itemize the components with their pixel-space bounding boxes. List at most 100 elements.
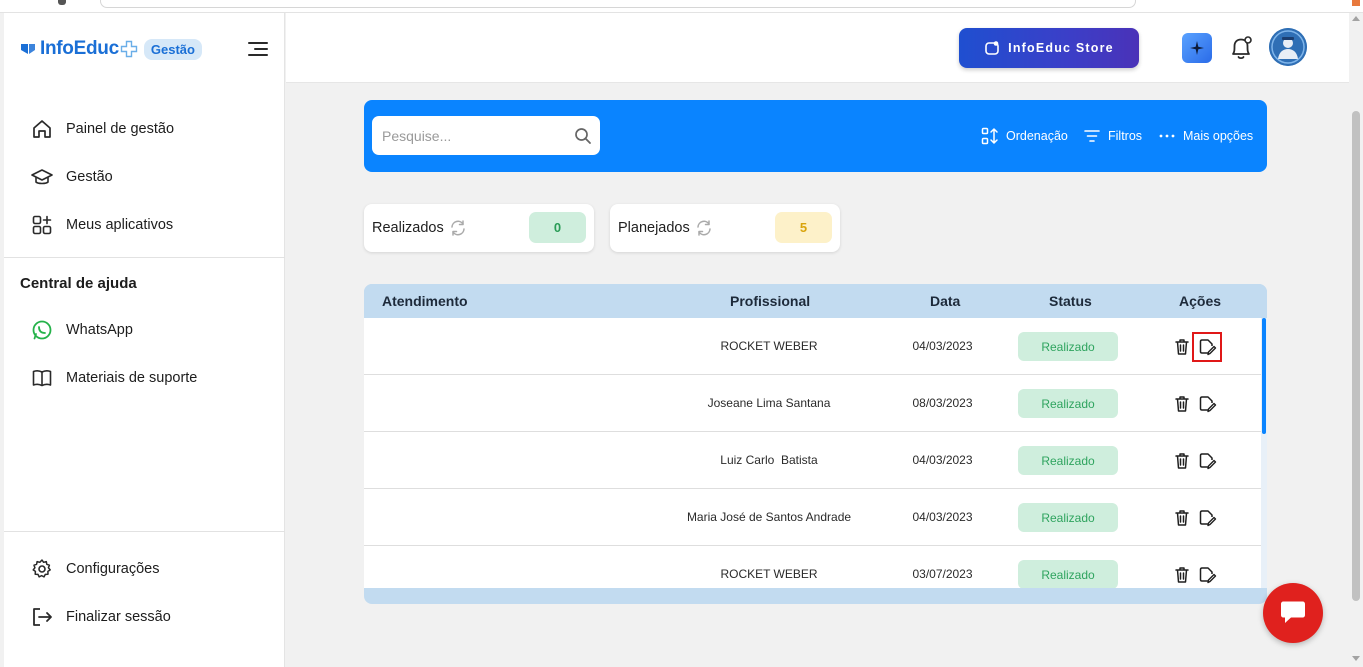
cell-profissional: Joseane Lima Santana: [707, 396, 831, 410]
cell-data: 04/03/2023: [912, 339, 973, 353]
store-bag-icon: [985, 41, 999, 55]
search-input[interactable]: [382, 127, 572, 144]
more-dots-icon: [1159, 134, 1175, 138]
chat-button[interactable]: [1263, 583, 1323, 643]
search-box: [372, 116, 600, 155]
search-toolbar: Ordenação Filtros Mais opções: [364, 100, 1267, 172]
column-header-acoes: Ações: [1179, 293, 1222, 309]
help-section-title: Central de ajuda: [20, 275, 137, 292]
user-avatar[interactable]: [1269, 28, 1307, 66]
status-badge: Realizado: [1018, 560, 1118, 588]
notification-bell-icon[interactable]: [1227, 33, 1255, 63]
browser-url-bar[interactable]: [100, 0, 1136, 8]
more-options-label: Mais opções: [1183, 129, 1254, 143]
refresh-icon[interactable]: [695, 219, 713, 237]
filter-button[interactable]: Filtros: [1083, 126, 1142, 146]
cell-profissional: Maria José de Santos Andrade: [686, 510, 852, 524]
browser-extension-icon[interactable]: [1352, 0, 1360, 6]
sparkle-icon: [1190, 41, 1204, 55]
trash-icon[interactable]: [1172, 451, 1192, 471]
counter-planejados[interactable]: Planejados 5: [610, 204, 840, 252]
page-scrollbar[interactable]: [1349, 13, 1363, 667]
counter-label: Realizados: [372, 220, 444, 236]
sidebar-item-materiais[interactable]: Materiais de suporte: [30, 365, 197, 391]
browser-chrome: [0, 0, 1363, 13]
sort-button[interactable]: Ordenação: [981, 126, 1068, 146]
cell-profissional: ROCKET WEBER: [720, 339, 818, 353]
logout-icon: [30, 605, 54, 629]
table-row[interactable]: ROCKET WEBER 03/07/2023 Realizado: [364, 546, 1261, 588]
scroll-down-icon[interactable]: [1352, 656, 1360, 661]
table-row[interactable]: Joseane Lima Santana 08/03/2023 Realizad…: [364, 375, 1261, 432]
appointments-table: Atendimento Profissional Data Status Açõ…: [364, 284, 1267, 604]
status-badge: Realizado: [1018, 503, 1118, 532]
sidebar-divider: [4, 531, 285, 532]
column-header-atendimento[interactable]: Atendimento: [382, 293, 468, 309]
top-header: InfoEduc Store: [286, 13, 1349, 83]
chat-bubble-icon: [1281, 601, 1305, 623]
sidebar-item-label: Gestão: [66, 169, 113, 185]
table-scrollbar[interactable]: [1261, 318, 1267, 588]
more-options-button[interactable]: Mais opções: [1158, 126, 1253, 146]
trash-icon[interactable]: [1172, 508, 1192, 528]
ai-assistant-button[interactable]: [1182, 33, 1212, 63]
trash-icon[interactable]: [1172, 394, 1192, 414]
brand-plus-icon: [120, 40, 138, 58]
gear-icon: [30, 557, 54, 581]
sidebar-item-label: WhatsApp: [66, 322, 133, 338]
counter-realizados[interactable]: Realizados 0: [364, 204, 594, 252]
sidebar-item-aplicativos[interactable]: Meus aplicativos: [30, 212, 173, 238]
sidebar-item-label: Painel de gestão: [66, 121, 175, 137]
browser-chrome-control: [58, 0, 66, 5]
brand-badge: Gestão: [143, 38, 202, 60]
edit-icon: [1199, 396, 1217, 413]
brand-logo-icon: [21, 44, 35, 54]
graduation-cap-icon: [30, 165, 54, 189]
edit-button[interactable]: [1192, 332, 1222, 362]
table-header: Atendimento Profissional Data Status Açõ…: [364, 284, 1267, 318]
table-scrollbar-thumb[interactable]: [1262, 318, 1266, 434]
menu-toggle-icon[interactable]: [247, 40, 269, 58]
sidebar-item-gestao[interactable]: Gestão: [30, 164, 113, 190]
edit-icon: [1199, 339, 1217, 356]
cell-profissional: ROCKET WEBER: [720, 567, 818, 581]
page-scrollbar-thumb[interactable]: [1352, 111, 1360, 601]
sidebar-item-label: Configurações: [66, 561, 160, 577]
sidebar-item-label: Finalizar sessão: [66, 609, 171, 625]
trash-icon[interactable]: [1172, 565, 1192, 585]
status-badge: Realizado: [1018, 332, 1118, 361]
counter-label: Planejados: [618, 220, 690, 236]
search-icon[interactable]: [574, 127, 592, 145]
brand-logo[interactable]: InfoEduc Gestão: [20, 37, 202, 61]
sidebar-item-logout[interactable]: Finalizar sessão: [30, 604, 171, 630]
column-header-status[interactable]: Status: [1049, 293, 1092, 309]
edit-button[interactable]: [1196, 450, 1218, 472]
home-icon: [30, 117, 54, 141]
edit-button[interactable]: [1196, 393, 1218, 415]
sidebar-item-painel[interactable]: Painel de gestão: [30, 116, 174, 142]
table-row[interactable]: Luiz Carlo Batista 04/03/2023 Realizado: [364, 432, 1261, 489]
sidebar-item-whatsapp[interactable]: WhatsApp: [30, 317, 133, 343]
column-header-profissional[interactable]: Profissional: [730, 293, 810, 309]
sort-icon: [981, 127, 998, 145]
column-header-data[interactable]: Data: [930, 293, 960, 309]
store-button[interactable]: InfoEduc Store: [959, 28, 1139, 68]
trash-icon[interactable]: [1172, 337, 1192, 357]
sidebar-divider: [4, 257, 285, 258]
status-badge: Realizado: [1018, 389, 1118, 418]
table-row[interactable]: ROCKET WEBER 04/03/2023 Realizado: [364, 318, 1261, 375]
counter-value-badge: 0: [529, 212, 586, 243]
sidebar-item-configuracoes[interactable]: Configurações: [30, 556, 160, 582]
table-body: ROCKET WEBER 04/03/2023 Realizado Josean…: [364, 318, 1267, 588]
brand-name: InfoEduc: [40, 38, 119, 59]
edit-button[interactable]: [1196, 564, 1218, 586]
sort-label: Ordenação: [1006, 129, 1068, 143]
table-row[interactable]: Maria José de Santos Andrade 04/03/2023 …: [364, 489, 1261, 546]
avatar-image: [1269, 28, 1307, 66]
apps-grid-icon: [30, 213, 54, 237]
sidebar-item-label: Materiais de suporte: [66, 370, 198, 386]
refresh-icon[interactable]: [449, 219, 467, 237]
filter-icon: [1084, 130, 1100, 142]
scroll-up-icon[interactable]: [1352, 16, 1360, 21]
edit-button[interactable]: [1196, 507, 1218, 529]
